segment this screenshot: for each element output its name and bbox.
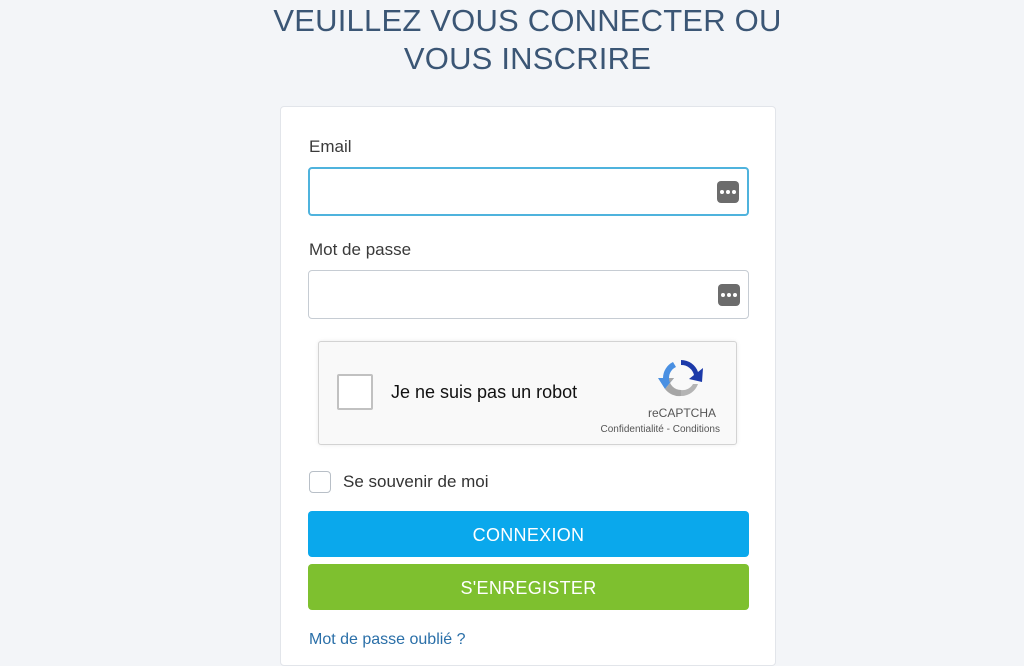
recaptcha-label: Je ne suis pas un robot bbox=[391, 382, 578, 402]
email-field-wrapper bbox=[308, 167, 749, 216]
page-title: VEUILLEZ VOUS CONNECTER OU VOUS INSCRIRE bbox=[0, 2, 1024, 78]
password-label: Mot de passe bbox=[309, 240, 412, 259]
recaptcha-brand: reCAPTCHA bbox=[647, 406, 716, 420]
login-card: Email Mot de passe Je ne suis pas un rob… bbox=[280, 106, 776, 666]
remember-me-checkbox[interactable] bbox=[309, 471, 331, 493]
recaptcha-checkbox[interactable] bbox=[337, 374, 373, 410]
password-manager-icon[interactable] bbox=[717, 180, 739, 203]
recaptcha-logo-icon bbox=[658, 359, 703, 397]
remember-me-label[interactable]: Se souvenir de moi bbox=[343, 472, 489, 492]
page-title-line-1: VEUILLEZ VOUS CONNECTER OU bbox=[273, 3, 782, 38]
email-field[interactable] bbox=[310, 169, 700, 214]
forgot-password-link[interactable]: Mot de passe oublié ? bbox=[309, 631, 466, 649]
password-field[interactable] bbox=[309, 271, 699, 318]
password-field-wrapper bbox=[308, 270, 749, 319]
password-manager-icon[interactable] bbox=[718, 283, 740, 306]
recaptcha-widget: Je ne suis pas un robot reCAPTCHA Confid… bbox=[318, 341, 737, 445]
recaptcha-privacy-terms-links[interactable]: Confidentialité - Conditions bbox=[600, 424, 720, 435]
remember-me-row: Se souvenir de moi bbox=[309, 469, 489, 495]
page-title-line-2: VOUS INSCRIRE bbox=[403, 41, 652, 76]
login-button[interactable]: CONNEXION bbox=[308, 511, 749, 557]
register-button[interactable]: S'ENREGISTER bbox=[308, 564, 749, 610]
email-label: Email bbox=[309, 137, 352, 156]
